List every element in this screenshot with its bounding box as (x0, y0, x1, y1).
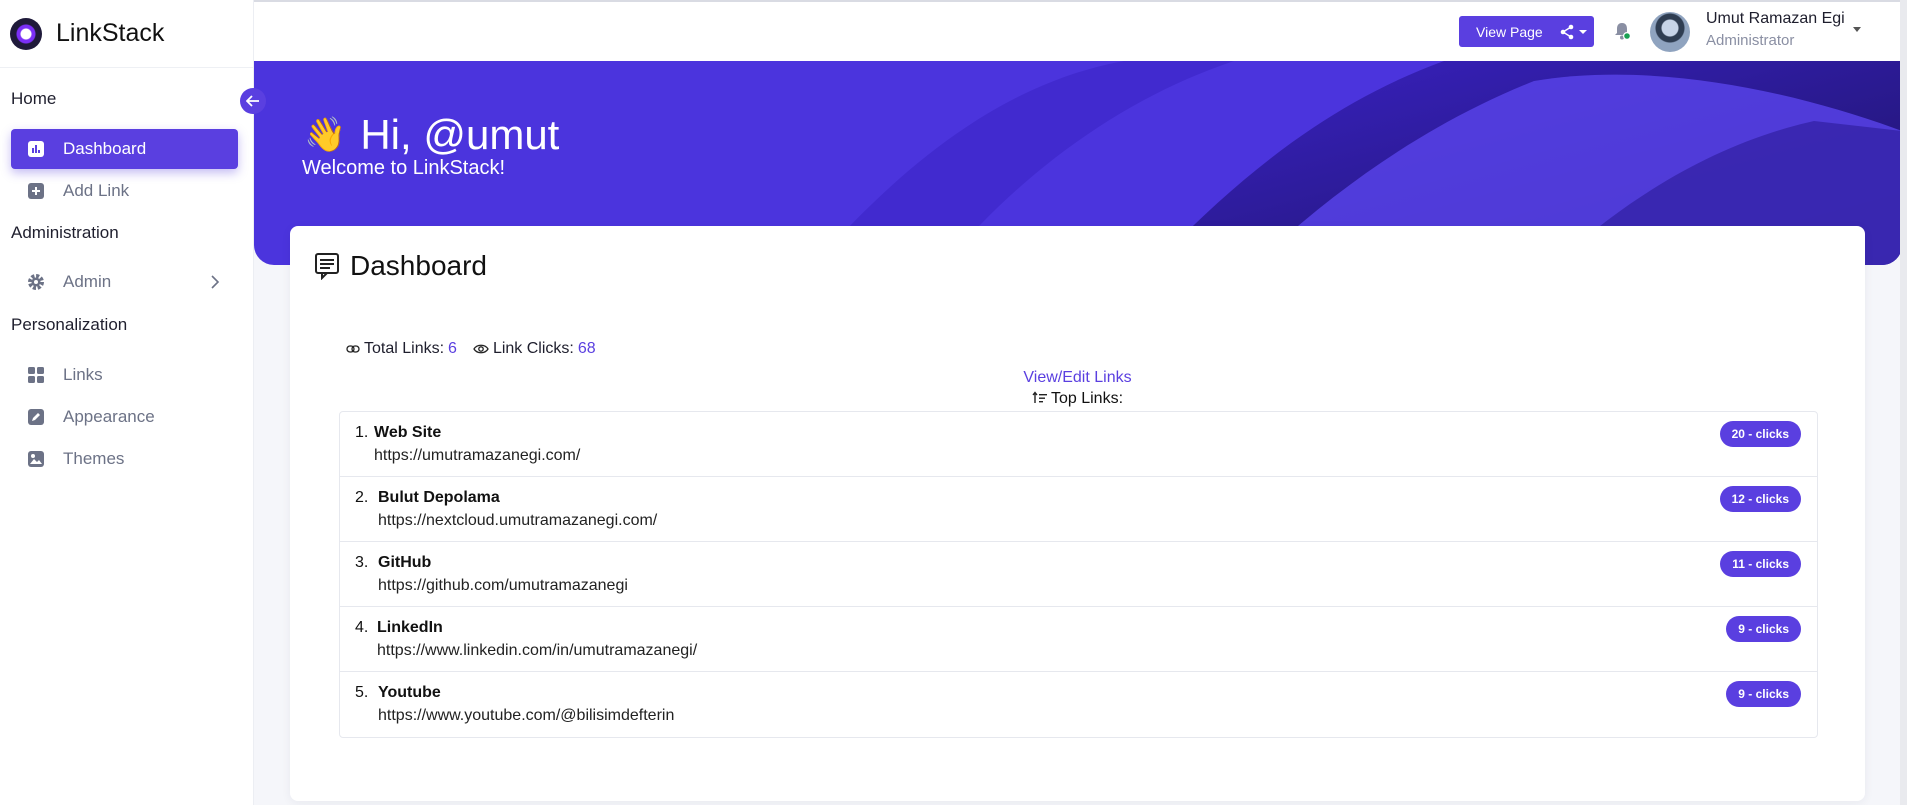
dashboard-title-text: Dashboard (350, 250, 487, 281)
link-index: 1. (355, 424, 369, 441)
grid-icon (27, 366, 45, 384)
dashboard-icon (27, 140, 45, 158)
user-role: Administrator (1706, 32, 1795, 49)
sidebar-item-add-link[interactable]: Add Link (11, 171, 238, 211)
edit-icon (27, 408, 45, 426)
sidebar-item-label: Add Link (63, 181, 130, 200)
clicks-badge: 12 - clicks (1719, 486, 1801, 512)
link-url[interactable]: https://nextcloud.umutramazanegi.com/ (378, 512, 657, 530)
list-item[interactable]: 1. Web Site https://umutramazanegi.com/ … (340, 412, 1817, 477)
sidebar-item-label: Appearance (63, 407, 155, 426)
link-clicks-label: Link Clicks: (492, 340, 574, 357)
link-index: 4. (355, 619, 369, 636)
notification-bell-icon[interactable] (1613, 21, 1632, 41)
user-avatar[interactable] (1650, 12, 1690, 52)
clicks-badge: 9 - clicks (1726, 681, 1801, 707)
brand[interactable]: LinkStack (0, 0, 253, 68)
section-title-home: Home (11, 89, 57, 108)
arrow-left-icon (246, 95, 259, 107)
list-item[interactable]: 2. Bulut Depolama https://nextcloud.umut… (340, 477, 1817, 542)
chevron-right-icon (210, 274, 220, 295)
list-item[interactable]: 4. LinkedIn https://www.linkedin.com/in/… (340, 607, 1817, 672)
link-index: 5. (355, 684, 369, 701)
brand-name: LinkStack (56, 19, 165, 47)
view-page-label: View Page (1476, 23, 1543, 40)
top-links-label: Top Links: (1050, 390, 1124, 407)
sidebar-item-links[interactable]: Links (11, 355, 238, 395)
link-icon (346, 344, 360, 354)
stats-line: Total Links: 6 Link Clicks: 68 (346, 340, 596, 358)
total-links-value: 6 (448, 340, 457, 357)
list-item[interactable]: 3. GitHub https://github.com/umutramazan… (340, 542, 1817, 607)
sidebar-item-label: Themes (63, 449, 125, 468)
sidebar: LinkStack Home Dashboard Add Link Admini… (0, 0, 254, 805)
gear-icon (27, 273, 45, 291)
window-scrollbar[interactable] (1900, 0, 1907, 805)
clicks-badge: 9 - clicks (1726, 616, 1801, 642)
dashboard-card: Dashboard Total Links: 6 Link Clicks: 68… (290, 226, 1865, 801)
share-dropdown-toggle[interactable] (1559, 24, 1588, 40)
view-page-button[interactable]: View Page (1459, 16, 1594, 47)
link-index: 3. (355, 554, 369, 571)
link-clicks-value: 68 (577, 340, 596, 357)
sidebar-item-label: Admin (63, 272, 112, 291)
welcome-subtitle: Welcome to LinkStack! (302, 157, 506, 179)
clicks-badge: 11 - clicks (1720, 551, 1801, 577)
linkstack-logo-icon (10, 17, 42, 50)
sidebar-item-admin[interactable]: Admin (11, 262, 238, 302)
sort-icon (1032, 391, 1047, 403)
greeting-text: Hi, @umut (360, 111, 560, 158)
sidebar-item-appearance[interactable]: Appearance (11, 397, 238, 437)
link-title: Web Site (374, 424, 442, 441)
view-edit-links-link[interactable]: View/Edit Links (290, 369, 1865, 387)
dashboard-title: Dashboard (314, 250, 487, 282)
sidebar-item-label: Links (63, 365, 103, 384)
greeting-title: 👋 Hi, @umut (304, 111, 559, 159)
plus-square-icon (27, 182, 45, 200)
top-links-list: 1. Web Site https://umutramazanegi.com/ … (339, 411, 1818, 738)
link-url[interactable]: https://github.com/umutramazanegi (378, 577, 628, 595)
link-url[interactable]: https://www.youtube.com/@bilisimdefterin (378, 707, 674, 725)
sidebar-collapse-button[interactable] (240, 88, 266, 114)
clicks-badge: 20 - clicks (1719, 421, 1801, 447)
sidebar-item-label: Dashboard (63, 139, 147, 158)
total-links-label: Total Links: (364, 340, 445, 357)
top-links-heading: Top Links: (290, 390, 1865, 408)
caret-down-icon (1578, 29, 1587, 34)
share-icon (1560, 24, 1573, 39)
eye-icon (473, 343, 489, 355)
waving-hand-icon: 👋 (304, 116, 347, 154)
user-menu-caret-icon[interactable] (1853, 27, 1861, 32)
link-title: LinkedIn (377, 619, 443, 636)
sidebar-item-themes[interactable]: Themes (11, 439, 238, 479)
link-index: 2. (355, 489, 369, 506)
sidebar-item-dashboard[interactable]: Dashboard (11, 129, 238, 169)
link-title: Youtube (378, 684, 441, 701)
message-square-icon (314, 252, 340, 280)
link-url[interactable]: https://umutramazanegi.com/ (374, 447, 580, 465)
section-title-personalization: Personalization (11, 315, 128, 334)
link-url[interactable]: https://www.linkedin.com/in/umutramazane… (377, 642, 697, 660)
user-name[interactable]: Umut Ramazan Egi (1706, 10, 1845, 28)
link-title: GitHub (378, 554, 432, 571)
section-title-administration: Administration (11, 223, 119, 242)
image-icon (27, 450, 45, 468)
list-item[interactable]: 5. Youtube https://www.youtube.com/@bili… (340, 672, 1817, 737)
link-title: Bulut Depolama (378, 489, 500, 506)
